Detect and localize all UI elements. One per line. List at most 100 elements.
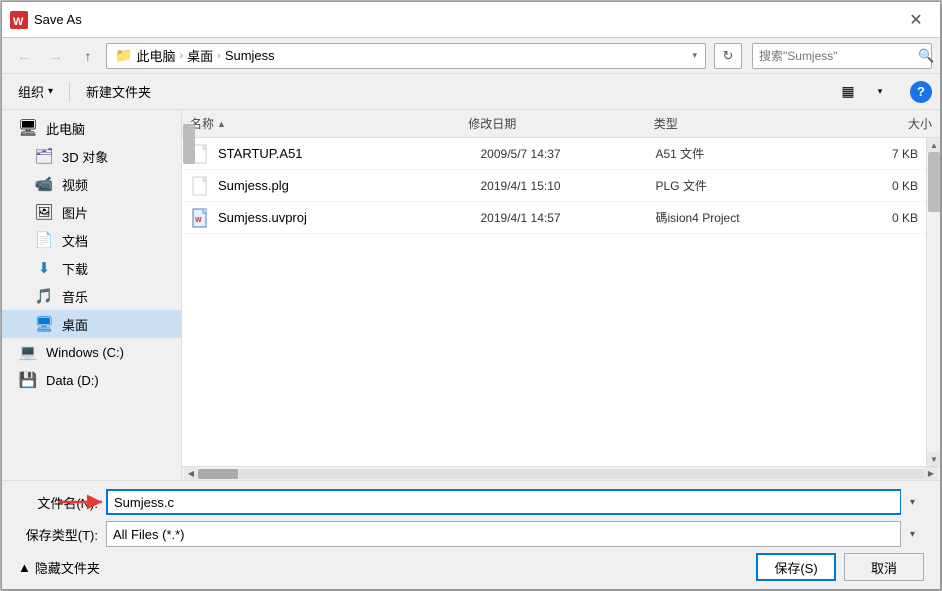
table-row[interactable]: Sumjess.plg 2019/4/1 15:10 PLG 文件 0 KB — [182, 170, 926, 202]
file-type-uvproj: 碼ision4 Project — [656, 209, 831, 226]
sidebar-label-data: Data (D:) — [46, 373, 99, 388]
computer-icon: 🖥 — [18, 118, 38, 138]
sidebar-item-3d[interactable]: 🗂 3D 对象 — [2, 142, 181, 170]
download-icon: ⬇ — [34, 258, 54, 278]
filename-label: 文件名(N): — [18, 493, 98, 512]
sidebar-item-computer[interactable]: 🖥 此电脑 — [2, 114, 181, 142]
help-button[interactable]: ? — [910, 81, 932, 103]
sidebar-item-desktop[interactable]: 🖥 桌面 — [2, 310, 181, 338]
filename-input[interactable] — [106, 489, 924, 515]
music-icon: 🎵 — [34, 286, 54, 306]
vscroll-track — [927, 152, 940, 452]
sidebar-item-picture[interactable]: 🖼 图片 — [2, 198, 181, 226]
sidebar-label-music: 音乐 — [62, 287, 88, 306]
svg-text:W: W — [13, 16, 24, 28]
bottom-area: 文件名(N): ▾ 保存类型(T): Al — [2, 480, 940, 589]
hscroll-left-arrow[interactable]: ◀ — [184, 467, 198, 481]
file-size-plg: 0 KB — [831, 179, 919, 193]
breadcrumb[interactable]: 📁 此电脑 › 桌面 › Sumjess ▾ — [106, 43, 706, 69]
new-folder-label: 新建文件夹 — [86, 82, 151, 101]
up-icon: ↑ — [85, 48, 92, 64]
sidebar-label-video: 视频 — [62, 175, 88, 194]
sidebar-label-windows: Windows (C:) — [46, 345, 124, 360]
sidebar-label-computer: 此电脑 — [46, 119, 85, 138]
forward-button[interactable]: → — [42, 42, 70, 70]
navbar: ← → ↑ 📁 此电脑 › 桌面 › Sumjess ▾ ↻ 🔍 — [2, 38, 940, 74]
vscroll-up-arrow[interactable]: ▲ — [927, 138, 940, 152]
app-icon: W — [10, 11, 28, 29]
sidebar-label-desktop: 桌面 — [62, 315, 88, 334]
sidebar-item-download[interactable]: ⬇ 下载 — [2, 254, 181, 282]
file-area: 名称 ▲ 修改日期 类型 大小 — [182, 110, 940, 480]
vscroll-down-arrow[interactable]: ▼ — [927, 452, 940, 466]
col-date-header[interactable]: 修改日期 — [468, 115, 654, 132]
breadcrumb-item-desktop[interactable]: 桌面 — [187, 46, 213, 65]
organize-arrow-icon: ▾ — [48, 86, 53, 97]
view-dropdown-button[interactable]: ▾ — [866, 79, 894, 105]
back-icon: ← — [17, 48, 31, 64]
video-icon: 📹 — [34, 174, 54, 194]
svg-text:W: W — [195, 217, 202, 224]
table-row[interactable]: STARTUP.A51 2009/5/7 14:37 A51 文件 7 KB — [182, 138, 926, 170]
3d-icon: 🗂 — [34, 146, 54, 166]
sidebar: 🖥 此电脑 🗂 3D 对象 📹 视频 — [2, 110, 182, 480]
filetype-dropdown-arrow[interactable]: ▾ — [900, 521, 924, 547]
new-folder-button[interactable]: 新建文件夹 — [78, 79, 159, 105]
hscroll-thumb[interactable] — [198, 469, 238, 479]
action-row: ▲ 隐藏文件夹 保存(S) 取消 — [18, 553, 924, 581]
vscroll-thumb[interactable] — [928, 152, 940, 212]
filename-row: 文件名(N): ▾ — [18, 489, 924, 515]
picture-icon: 🖼 — [34, 202, 54, 222]
sidebar-vscrollbar[interactable]: ▲ ▼ — [182, 110, 196, 480]
search-icon[interactable]: 🔍 — [918, 48, 934, 64]
breadcrumb-item-sumjess[interactable]: Sumjess — [225, 48, 275, 63]
titlebar: W Save As ✕ — [2, 2, 940, 38]
organize-button[interactable]: 组织 ▾ — [10, 79, 61, 105]
col-name-header[interactable]: 名称 ▲ — [190, 115, 468, 132]
sidebar-scroll-thumb[interactable] — [183, 124, 195, 164]
close-button[interactable]: ✕ — [900, 4, 932, 36]
filename-dropdown-arrow[interactable]: ▾ — [900, 489, 924, 515]
sidebar-item-music[interactable]: 🎵 音乐 — [2, 282, 181, 310]
sidebar-label-3d: 3D 对象 — [62, 147, 108, 166]
file-date-uvproj: 2019/4/1 14:57 — [481, 211, 656, 225]
toolbar-separator — [69, 82, 70, 102]
breadcrumb-item-computer[interactable]: 此电脑 — [136, 46, 175, 65]
hide-folder-button[interactable]: ▲ 隐藏文件夹 — [18, 558, 100, 577]
search-input[interactable] — [759, 49, 914, 63]
search-bar[interactable]: 🔍 — [752, 43, 932, 69]
table-row[interactable]: W Sumjess.uvproj 2019/4/1 14:57 碼ision4 … — [182, 202, 926, 234]
breadcrumb-dropdown-icon: ▾ — [692, 50, 697, 61]
breadcrumb-sep-1: › — [179, 50, 183, 62]
windows-icon: 💻 — [18, 342, 38, 362]
col-size-header[interactable]: 大小 — [839, 115, 932, 132]
filetype-select[interactable]: All Files (*.*) — [106, 521, 924, 547]
filetype-row: 保存类型(T): All Files (*.*) ▾ — [18, 521, 924, 547]
up-button[interactable]: ↑ — [74, 42, 102, 70]
file-vscrollbar[interactable]: ▲ ▼ — [926, 138, 940, 466]
file-name-uvproj: Sumjess.uvproj — [218, 210, 481, 225]
file-hscrollbar[interactable]: ◀ ▶ — [182, 466, 940, 480]
hscroll-right-arrow[interactable]: ▶ — [924, 467, 938, 481]
refresh-button[interactable]: ↻ — [714, 43, 742, 69]
doc-icon: 📄 — [34, 230, 54, 250]
filename-input-wrap: ▾ — [106, 489, 924, 515]
sidebar-item-windows[interactable]: 💻 Windows (C:) — [2, 338, 181, 366]
sidebar-label-doc: 文档 — [62, 231, 88, 250]
sidebar-item-video[interactable]: 📹 视频 — [2, 170, 181, 198]
sidebar-label-download: 下载 — [62, 259, 88, 278]
view-button[interactable]: ▦ — [834, 79, 862, 105]
hide-folder-label: 隐藏文件夹 — [35, 558, 100, 577]
toolbar-right: ▦ ▾ ? — [834, 79, 932, 105]
file-list-wrap: STARTUP.A51 2009/5/7 14:37 A51 文件 7 KB — [182, 138, 940, 466]
cancel-button[interactable]: 取消 — [844, 553, 924, 581]
sidebar-item-doc[interactable]: 📄 文档 — [2, 226, 181, 254]
desktop-sidebar-icon: 🖥 — [34, 314, 54, 334]
view-dropdown-icon: ▾ — [878, 86, 883, 97]
back-button[interactable]: ← — [10, 42, 38, 70]
organize-label: 组织 — [18, 82, 44, 101]
save-button[interactable]: 保存(S) — [756, 553, 836, 581]
col-type-header[interactable]: 类型 — [654, 115, 840, 132]
sidebar-item-data[interactable]: 💾 Data (D:) — [2, 366, 181, 394]
file-name-startup: STARTUP.A51 — [218, 146, 481, 161]
